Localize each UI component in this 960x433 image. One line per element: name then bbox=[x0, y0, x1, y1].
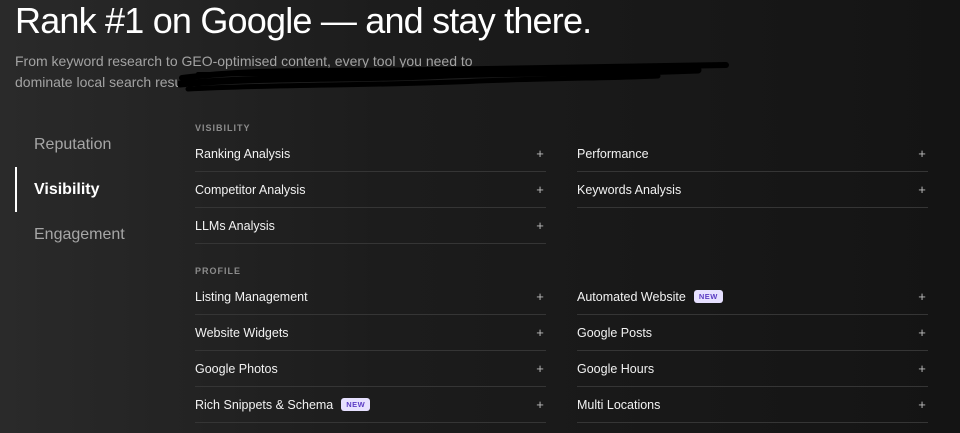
feature-row-listing-management[interactable]: Listing Management + bbox=[195, 279, 546, 315]
section-label-profile: PROFILE bbox=[195, 266, 242, 276]
feature-label: Rich Snippets & Schema bbox=[195, 397, 334, 412]
visibility-column-left: Ranking Analysis + Competitor Analysis +… bbox=[195, 136, 546, 244]
plus-icon[interactable]: + bbox=[534, 182, 546, 197]
visibility-column-right: Performance + Keywords Analysis + bbox=[577, 136, 928, 244]
plus-icon[interactable]: + bbox=[916, 182, 928, 197]
plus-icon[interactable]: + bbox=[534, 218, 546, 233]
feature-row-google-hours[interactable]: Google Hours + bbox=[577, 351, 928, 387]
feature-row-multi-locations[interactable]: Multi Locations + bbox=[577, 387, 928, 423]
feature-row-performance[interactable]: Performance + bbox=[577, 136, 928, 172]
redaction-scribble bbox=[178, 62, 729, 92]
plus-icon[interactable]: + bbox=[534, 289, 546, 304]
feature-label: Google Photos bbox=[195, 361, 278, 376]
feature-row-google-posts[interactable]: Google Posts + bbox=[577, 315, 928, 351]
profile-grid: Listing Management + Website Widgets + G… bbox=[195, 279, 928, 423]
plus-icon[interactable]: + bbox=[916, 361, 928, 376]
plus-icon[interactable]: + bbox=[534, 146, 546, 161]
feature-label: Keywords Analysis bbox=[577, 182, 682, 197]
feature-label: Multi Locations bbox=[577, 397, 661, 412]
feature-label: Google Posts bbox=[577, 325, 653, 340]
feature-label: Website Widgets bbox=[195, 325, 289, 340]
plus-icon[interactable]: + bbox=[916, 397, 928, 412]
plus-icon[interactable]: + bbox=[916, 289, 928, 304]
feature-row-competitor-analysis[interactable]: Competitor Analysis + bbox=[195, 172, 546, 208]
feature-row-website-widgets[interactable]: Website Widgets + bbox=[195, 315, 546, 351]
feature-label: Google Hours bbox=[577, 361, 655, 376]
feature-label: LLMs Analysis bbox=[195, 218, 275, 233]
feature-row-keywords-analysis[interactable]: Keywords Analysis + bbox=[577, 172, 928, 208]
feature-label: Automated Website bbox=[577, 289, 686, 304]
plus-icon[interactable]: + bbox=[916, 325, 928, 340]
plus-icon[interactable]: + bbox=[916, 146, 928, 161]
feature-row-ranking-analysis[interactable]: Ranking Analysis + bbox=[195, 136, 546, 172]
nav-item-engagement[interactable]: Engagement bbox=[15, 212, 175, 257]
feature-label-group: Rich Snippets & Schema NEW bbox=[195, 397, 371, 412]
plus-icon[interactable]: + bbox=[534, 397, 546, 412]
plus-icon[interactable]: + bbox=[534, 325, 546, 340]
feature-label: Ranking Analysis bbox=[195, 146, 291, 161]
new-badge: NEW bbox=[341, 398, 371, 411]
new-badge: NEW bbox=[693, 290, 723, 303]
feature-row-automated-website[interactable]: Automated Website NEW + bbox=[577, 279, 928, 315]
feature-row-google-photos[interactable]: Google Photos + bbox=[195, 351, 546, 387]
feature-label: Performance bbox=[577, 146, 649, 161]
profile-column-left: Listing Management + Website Widgets + G… bbox=[195, 279, 546, 423]
plus-icon[interactable]: + bbox=[534, 361, 546, 376]
feature-label: Competitor Analysis bbox=[195, 182, 306, 197]
visibility-grid: Ranking Analysis + Competitor Analysis +… bbox=[195, 136, 928, 244]
page-title: Rank #1 on Google — and stay there. bbox=[15, 0, 592, 41]
section-label-visibility: VISIBILITY bbox=[195, 123, 251, 133]
feature-list: VISIBILITY Ranking Analysis + Competitor… bbox=[195, 120, 928, 423]
feature-label: Listing Management bbox=[195, 289, 308, 304]
nav-item-reputation[interactable]: Reputation bbox=[15, 122, 175, 167]
feature-label-group: Automated Website NEW bbox=[577, 290, 723, 304]
profile-column-right: Automated Website NEW + Google Posts + G… bbox=[577, 279, 928, 423]
nav-item-visibility[interactable]: Visibility bbox=[15, 167, 175, 212]
feature-row-rich-snippets-schema[interactable]: Rich Snippets & Schema NEW + bbox=[195, 387, 546, 423]
feature-row-llms-analysis[interactable]: LLMs Analysis + bbox=[195, 208, 546, 244]
feature-row-empty bbox=[577, 208, 928, 244]
category-nav: Reputation Visibility Engagement bbox=[15, 122, 175, 257]
